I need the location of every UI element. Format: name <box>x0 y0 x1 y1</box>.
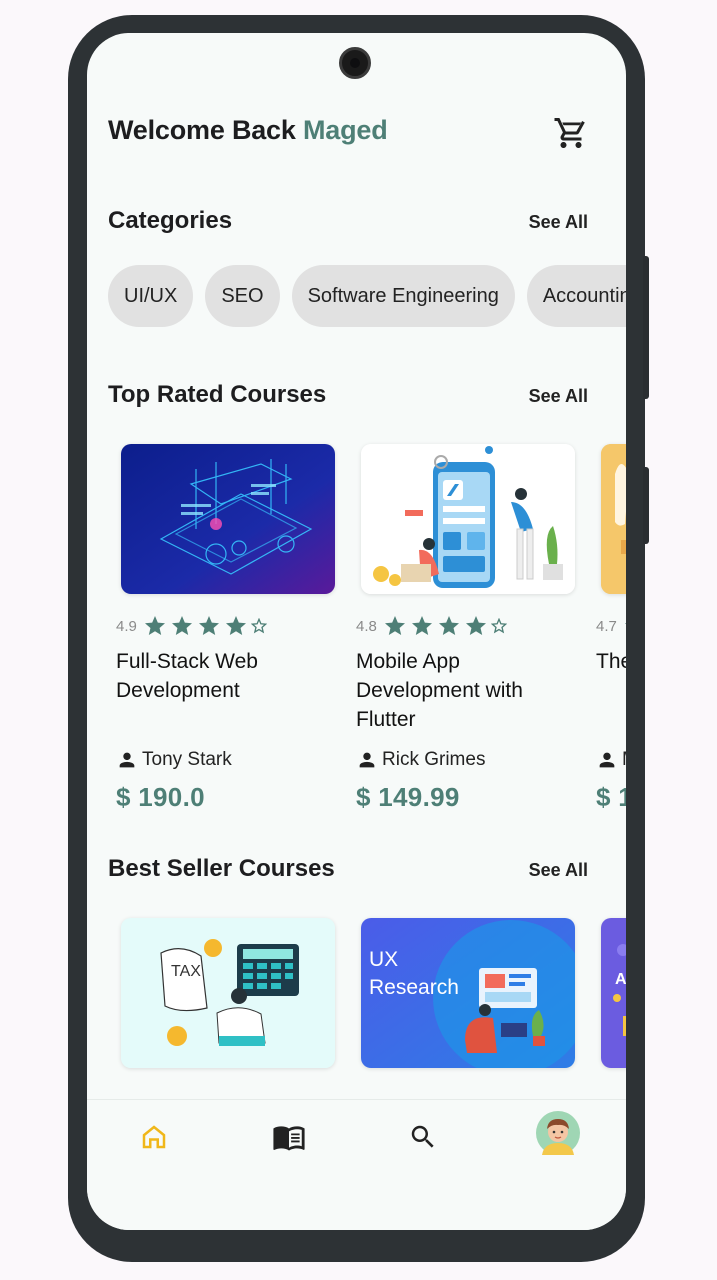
cart-icon[interactable] <box>553 115 589 151</box>
rating-row: 4.9 <box>116 614 267 638</box>
app-screen: Welcome Back Maged Categories See All UI… <box>87 33 626 1230</box>
power-button <box>643 256 649 399</box>
rating-value: 4.9 <box>116 617 137 635</box>
star-outline-icon <box>250 618 267 634</box>
categories-see-all-link[interactable]: See All <box>529 212 588 233</box>
search-icon <box>411 1125 434 1148</box>
bottom-navigation <box>87 1099 626 1230</box>
nav-home[interactable] <box>133 1116 175 1158</box>
course-price: $ 1 <box>596 782 626 812</box>
book-icon <box>273 1126 305 1151</box>
welcome-text: Welcome Back <box>108 115 296 145</box>
rating-row: 4.8 <box>356 614 507 638</box>
star-filled-icon <box>465 616 486 635</box>
category-chip-seo[interactable]: SEO <box>205 265 280 327</box>
course-thumbnail-flutter <box>361 444 575 594</box>
category-chip-uiux[interactable]: UI/UX <box>108 265 194 327</box>
welcome-heading: Welcome Back Maged <box>108 115 388 146</box>
course-thumbnail-partial-2: A <box>601 918 626 1068</box>
star-filled-icon <box>225 616 246 635</box>
user-name: Maged <box>303 115 388 145</box>
course-thumbnail-partial <box>601 444 626 594</box>
rating-value: 4.8 <box>356 617 377 635</box>
star-filled-icon <box>198 616 219 635</box>
nav-search[interactable] <box>402 1116 444 1158</box>
star-filled-icon <box>411 616 432 635</box>
instructor-name: Tony Stark <box>142 749 232 770</box>
top-rated-see-all-link[interactable]: See All <box>529 386 588 407</box>
star-filled-icon <box>384 616 405 635</box>
star-rating <box>623 614 626 638</box>
rating-row: 4.7 <box>596 614 626 638</box>
category-chip-accounting[interactable]: Accounting <box>526 265 626 327</box>
home-icon <box>142 1125 166 1149</box>
star-outline-icon <box>490 618 507 634</box>
course-price: $ 149.99 <box>356 782 460 812</box>
instructor-row: Tony Stark <box>116 749 232 771</box>
best-seller-see-all-link[interactable]: See All <box>529 860 588 881</box>
best-seller-title: Best Seller Courses <box>108 855 335 882</box>
thumb-tax-text: TAX <box>171 963 201 980</box>
top-rated-title: Top Rated Courses <box>108 381 327 408</box>
front-camera <box>339 47 371 79</box>
course-title: Mobile App Development with Flutter <box>356 650 523 731</box>
category-chips: UI/UX SEO Software Engineering Accountin… <box>108 265 626 327</box>
star-filled-icon <box>624 623 626 625</box>
course-title: Full-Stack Web Development <box>116 650 258 702</box>
person-icon <box>119 752 135 768</box>
instructor-row: M <box>596 749 626 771</box>
category-chip-software-engineering[interactable]: Software Engineering <box>291 265 515 327</box>
categories-title: Categories <box>108 207 233 234</box>
star-rating <box>143 614 267 638</box>
course-thumbnail-ux-research: UX Research <box>361 918 575 1068</box>
star-filled-icon <box>438 616 459 635</box>
star-filled-icon <box>144 616 165 635</box>
rating-value: 4.7 <box>596 617 617 635</box>
thumb-research-text: Research <box>369 976 459 999</box>
course-thumbnail-tax: TAX <box>121 918 335 1068</box>
nav-profile[interactable] <box>535 1110 581 1156</box>
person-icon <box>599 752 615 768</box>
instructor-name: M <box>622 749 626 771</box>
instructor-name: Rick Grimes <box>382 749 486 770</box>
nav-courses[interactable] <box>268 1116 310 1158</box>
course-thumbnail-fullstack <box>121 444 335 594</box>
star-filled-icon <box>171 616 192 635</box>
thumb-a-text: A <box>615 971 626 988</box>
profile-avatar <box>536 1111 580 1155</box>
instructor-row: Rick Grimes <box>356 749 485 771</box>
course-title: The Ma <box>596 650 626 673</box>
course-price: $ 190.0 <box>116 782 205 812</box>
person-icon <box>359 752 375 768</box>
thumb-ux-text: UX <box>369 948 398 971</box>
star-rating <box>383 614 507 638</box>
volume-button <box>643 467 649 544</box>
